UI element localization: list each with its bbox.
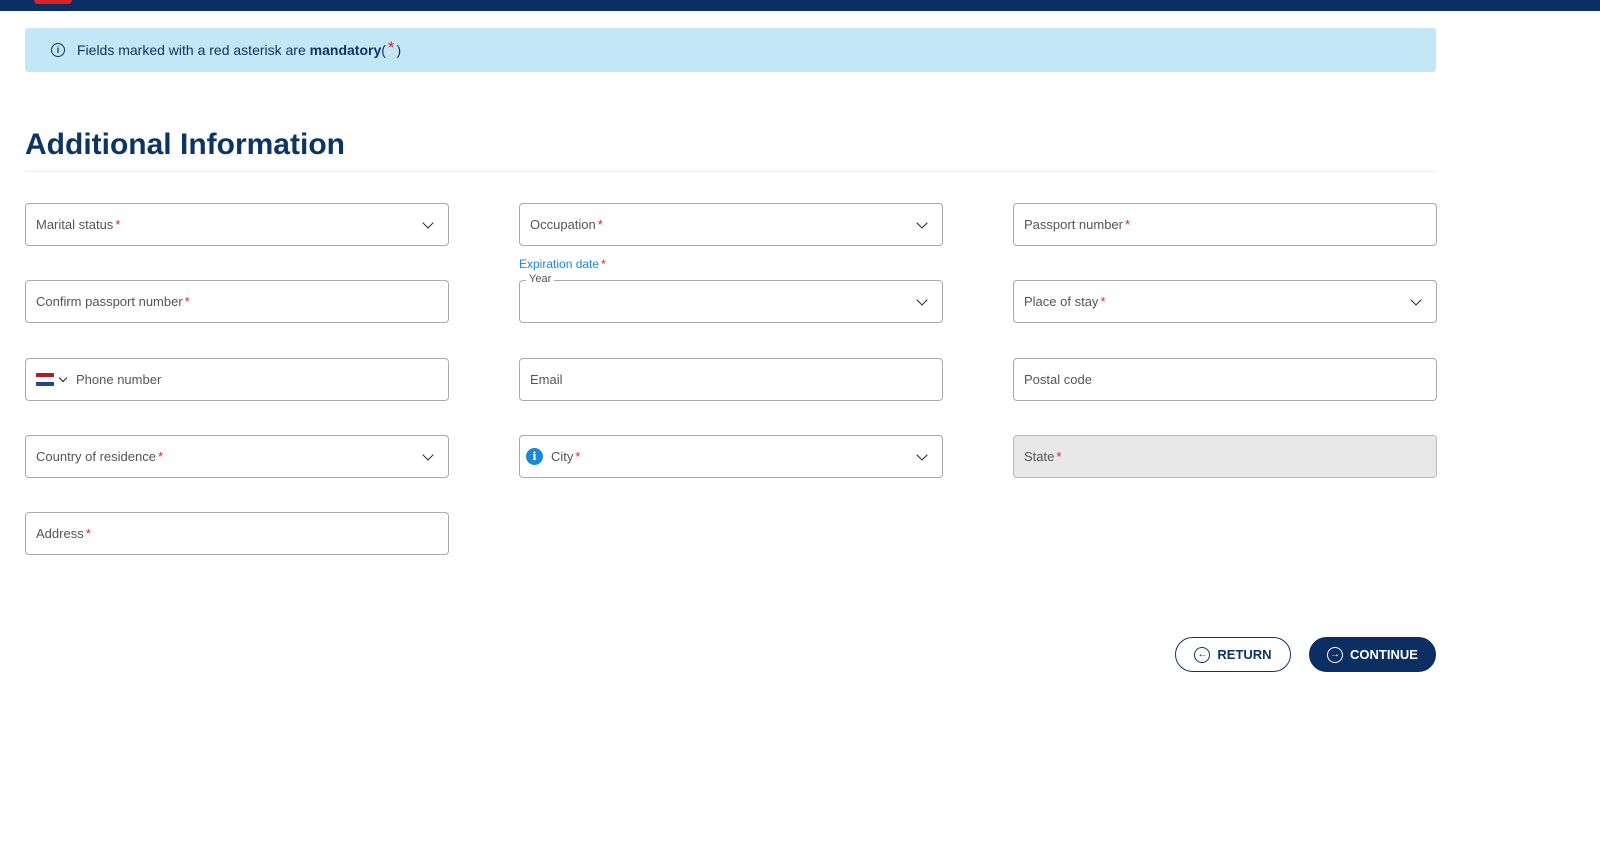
banner-text: Fields marked with a red asterisk are bbox=[77, 42, 306, 58]
occupation-select[interactable]: Occupation * bbox=[519, 203, 943, 246]
postal-code-placeholder: Postal code bbox=[1024, 372, 1092, 387]
section-title: Additional Information bbox=[25, 128, 345, 161]
continue-label: CONTINUE bbox=[1350, 647, 1418, 662]
arrow-right-circle-icon: → bbox=[1327, 646, 1344, 663]
top-header-bar bbox=[0, 0, 1600, 11]
required-asterisk: * bbox=[115, 217, 121, 232]
chevron-down-icon bbox=[1410, 293, 1422, 306]
logo bbox=[34, 0, 72, 4]
netherlands-flag-icon[interactable] bbox=[36, 373, 54, 386]
postal-code-input[interactable]: Postal code bbox=[1013, 358, 1437, 401]
phone-number-placeholder: Phone number bbox=[76, 372, 162, 387]
title-divider bbox=[25, 171, 1436, 172]
required-asterisk: * bbox=[597, 217, 603, 232]
chevron-down-icon bbox=[916, 448, 928, 461]
chevron-down-icon bbox=[422, 216, 434, 229]
marital-status-label: Marital status bbox=[36, 217, 114, 232]
expiration-date-label: Expiration date * bbox=[519, 257, 606, 271]
mandatory-info-banner: i Fields marked with a red asterisk are … bbox=[25, 28, 1436, 72]
chevron-down-icon bbox=[422, 448, 434, 461]
occupation-label: Occupation bbox=[530, 217, 596, 232]
city-label: City bbox=[551, 449, 574, 464]
state-input-disabled: State * bbox=[1013, 435, 1437, 478]
chevron-down-icon bbox=[916, 216, 928, 229]
confirm-passport-number-input[interactable]: Confirm passport number * bbox=[25, 280, 449, 323]
place-of-stay-label: Place of stay bbox=[1024, 294, 1099, 309]
state-label: State bbox=[1024, 449, 1055, 464]
return-button[interactable]: ← RETURN bbox=[1175, 637, 1291, 672]
address-input[interactable]: Address * bbox=[25, 512, 449, 555]
required-asterisk: * bbox=[1125, 217, 1131, 232]
required-asterisk: * bbox=[1056, 449, 1062, 464]
banner-paren-open: ( bbox=[381, 42, 386, 58]
required-asterisk: * bbox=[184, 294, 190, 309]
email-input[interactable]: Email bbox=[519, 358, 943, 401]
marital-status-select[interactable]: Marital status * bbox=[25, 203, 449, 246]
country-code-chevron-icon[interactable] bbox=[58, 373, 68, 383]
address-label: Address bbox=[36, 526, 84, 541]
required-asterisk: * bbox=[601, 257, 606, 271]
city-select[interactable]: i City * bbox=[519, 435, 943, 478]
continue-button[interactable]: → CONTINUE bbox=[1309, 637, 1436, 672]
confirm-passport-label: Confirm passport number bbox=[36, 294, 183, 309]
expiration-year-select[interactable]: Year bbox=[519, 273, 943, 323]
country-of-residence-select[interactable]: Country of residence * bbox=[25, 435, 449, 478]
banner-bold-text: mandatory bbox=[309, 42, 382, 58]
passport-number-label: Passport number bbox=[1024, 217, 1123, 232]
banner-paren-close: ) bbox=[396, 42, 402, 58]
year-legend: Year bbox=[526, 273, 555, 285]
email-placeholder: Email bbox=[530, 372, 563, 387]
info-icon[interactable]: i bbox=[526, 448, 543, 465]
required-asterisk: * bbox=[157, 449, 164, 464]
passport-number-input[interactable]: Passport number * bbox=[1013, 203, 1437, 246]
info-circle-icon: i bbox=[51, 43, 65, 57]
expiration-date-text: Expiration date bbox=[519, 257, 600, 271]
arrow-left-circle-icon: ← bbox=[1194, 646, 1211, 663]
required-asterisk: * bbox=[85, 526, 91, 541]
banner-asterisk: * bbox=[387, 38, 395, 57]
phone-number-input[interactable]: Phone number bbox=[25, 358, 449, 401]
place-of-stay-select[interactable]: Place of stay * bbox=[1013, 280, 1437, 323]
required-asterisk: * bbox=[1100, 294, 1106, 309]
return-label: RETURN bbox=[1217, 647, 1272, 662]
required-asterisk: * bbox=[575, 449, 581, 464]
chevron-down-icon bbox=[916, 293, 928, 306]
country-of-residence-label: Country of residence bbox=[36, 449, 156, 464]
